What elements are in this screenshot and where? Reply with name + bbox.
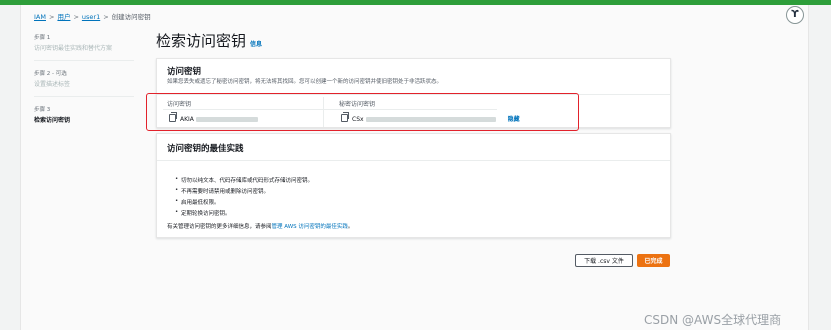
watermark: CSDN @AWS全球代理商	[644, 313, 782, 327]
panel-description: 如果您丢失或遗忘了秘密访问密钥，将无法将其找回。您可以创建一个新的访问密钥并使旧…	[167, 79, 443, 85]
breadcrumb-user1[interactable]: user1	[82, 13, 100, 21]
best-practices-footer: 有关管理访问密钥的更多详细信息，请参阅管理 AWS 访问密钥的最佳实践。	[167, 222, 353, 230]
chevron-right-icon: >	[73, 13, 79, 21]
panel-title: 访问密钥	[167, 67, 202, 77]
breadcrumb-current: 创建访问密钥	[111, 13, 151, 21]
highlight-box	[146, 93, 579, 131]
avatar-icon[interactable]: ϒ	[786, 6, 804, 24]
step-number: 步骤 1	[34, 35, 51, 41]
step-3[interactable]: 步骤 3 检索访问密钥	[34, 105, 134, 124]
step-number: 步骤 2 - 可选	[34, 71, 67, 77]
download-csv-button[interactable]: 下载 .csv 文件	[575, 254, 633, 267]
list-item: 定期轮换访问密钥。	[175, 209, 313, 217]
breadcrumb: IAM > 用户 > user1 > 创建访问密钥	[34, 11, 151, 21]
best-practices-link[interactable]: 管理 AWS 访问密钥的最佳实践	[272, 224, 348, 230]
divider	[157, 160, 670, 161]
step-title: 访问密钥最佳实践和替代方案	[34, 45, 113, 52]
step-divider	[34, 60, 134, 61]
footer-suffix: 。	[347, 224, 354, 230]
list-item: 切勿以纯文本、代码存储库或代码形式存储访问密钥。	[175, 176, 313, 184]
step-title: 设置描述标签	[34, 81, 71, 88]
page-title-text: 检索访问密钥	[156, 32, 247, 50]
done-button[interactable]: 已完成	[637, 254, 670, 267]
info-link[interactable]: 信息	[250, 41, 262, 48]
list-item: 启用最低权限。	[175, 198, 313, 206]
breadcrumb-users[interactable]: 用户	[57, 13, 70, 21]
panel-title: 访问密钥的最佳实践	[167, 144, 244, 154]
wizard-steps: 步骤 1 访问密钥最佳实践和替代方案 步骤 2 - 可选 设置描述标签 步骤 3…	[34, 33, 134, 138]
chevron-right-icon: >	[103, 13, 109, 21]
breadcrumb-iam[interactable]: IAM	[34, 13, 46, 21]
footer-text: 有关管理访问密钥的更多详细信息，请参阅	[167, 224, 272, 230]
step-2[interactable]: 步骤 2 - 可选 设置描述标签	[34, 69, 134, 88]
best-practices-panel: 访问密钥的最佳实践 切勿以纯文本、代码存储库或代码形式存储访问密钥。 不再需要时…	[156, 133, 671, 238]
step-number: 步骤 3	[34, 107, 51, 113]
step-divider	[34, 96, 134, 97]
step-title: 检索访问密钥	[34, 117, 71, 124]
chevron-right-icon: >	[48, 13, 55, 21]
page-title: 检索访问密钥 信息	[156, 30, 262, 51]
list-item: 不再需要时请禁用或删除访问密钥。	[175, 187, 313, 195]
step-1[interactable]: 步骤 1 访问密钥最佳实践和替代方案	[34, 33, 134, 52]
best-practices-list: 切勿以纯文本、代码存储库或代码形式存储访问密钥。 不再需要时请禁用或删除访问密钥…	[175, 176, 313, 220]
